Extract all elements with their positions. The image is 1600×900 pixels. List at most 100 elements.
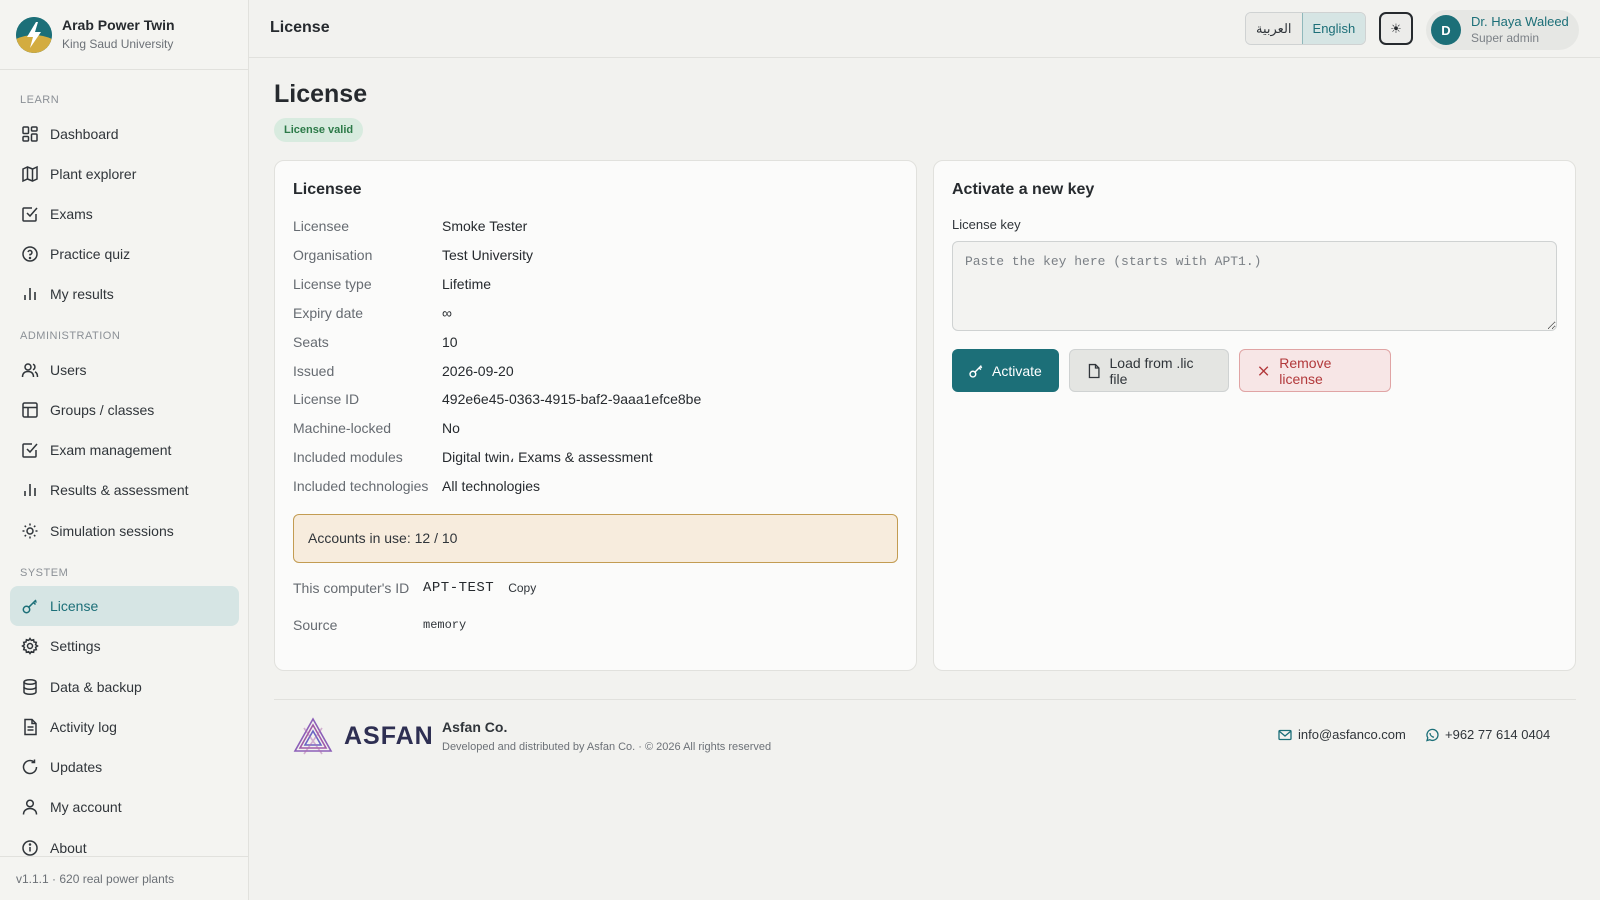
sidebar-item-users[interactable]: Users [10,350,239,390]
info-value: 492e6e45-0363-4915-baf2-9aaa1efce8be [442,391,702,407]
info-row-licensee: Licensee Smoke Tester [293,216,527,236]
sun-icon: ☀ [1390,20,1402,36]
database-icon [20,677,40,697]
sidebar-item-exams[interactable]: Exams [10,194,239,234]
activate-button[interactable]: Activate [952,349,1059,392]
remove-license-button[interactable]: Remove license [1239,349,1391,392]
user-name: Dr. Haya Waleed [1471,14,1569,29]
info-label: Included modules [293,449,403,465]
contact-phone[interactable]: +962 77 614 0404 [1425,727,1550,742]
sidebar-item-my-account[interactable]: My account [10,787,239,827]
info-label: Machine-locked [293,420,392,436]
sidebar-item-results-assessment[interactable]: Results & assessment [10,470,239,510]
asfan-logo-icon [293,717,333,755]
info-value: Lifetime [442,276,492,292]
load-file-label: Load from .lic file [1109,354,1194,387]
top-bar: License العربية English ☀ D Dr. Haya Wal… [249,0,1600,58]
brand-header: Arab Power Twin King Saud University [0,0,248,70]
key-icon [969,364,983,378]
info-row-license-id: License ID 492e6e45-0363-4915-baf2-9aaa1… [293,389,701,409]
info-row-machine-locked: Machine-locked No [293,418,460,438]
sidebar-item-label: Data & backup [50,679,142,695]
sidebar-item-label: Users [50,362,87,378]
version-info: v1.1.1 · 620 real power plants [0,856,249,900]
card-title: Licensee [293,181,362,198]
key-icon [20,596,40,616]
sidebar-item-label: About [50,840,87,856]
licensee-card: Licensee Licensee Smoke Tester Organisat… [274,160,917,671]
sidebar-item-label: Dashboard [50,126,119,142]
info-row-seats: Seats 10 [293,332,458,352]
sidebar-item-license[interactable]: License [10,586,239,626]
lang-english-button[interactable]: English [1301,13,1366,44]
sidebar-item-groups[interactable]: Groups / classes [10,390,239,430]
asfan-wordmark: ASFAN [344,721,434,750]
license-key-input[interactable] [952,241,1557,331]
sidebar-item-practice-quiz[interactable]: Practice quiz [10,234,239,274]
sidebar-item-updates[interactable]: Updates [10,747,239,787]
file-icon [1088,363,1100,378]
bar-chart-icon [20,480,40,500]
app-title: Arab Power Twin [62,17,175,33]
info-row-organisation: Organisation Test University [293,245,533,265]
sidebar-item-label: Groups / classes [50,402,155,418]
section-learn: LEARN [20,94,60,106]
sidebar-item-settings[interactable]: Settings [10,626,239,666]
status-badge: License valid [274,118,364,142]
sidebar-item-label: My account [50,799,122,815]
help-circle-icon [20,244,40,264]
contact-email[interactable]: info@asfanco.com [1278,727,1406,742]
app-subtitle: King Saud University [62,37,174,51]
footer: ASFAN Asfan Co. Developed and distribute… [274,699,1576,769]
sidebar-item-dashboard[interactable]: Dashboard [10,114,239,154]
lang-arabic-button[interactable]: العربية [1246,13,1302,44]
close-icon [1258,365,1269,376]
card-title: Activate a new key [952,181,1095,198]
activate-card: Activate a new key License key Activate … [933,160,1576,671]
sidebar-item-exam-management[interactable]: Exam management [10,430,239,470]
avatar: D [1431,15,1461,45]
sidebar-item-simulation-sessions[interactable]: Simulation sessions [10,511,239,551]
machine-id-label: This computer's ID [293,580,410,596]
info-label: Included technologies [293,478,429,494]
source-row: Source memory [293,617,466,633]
header-title: License [270,19,330,36]
copy-button[interactable]: Copy [508,581,536,595]
license-key-label: License key [952,217,1021,232]
info-value: Smoke Tester [442,218,528,234]
info-value: ∞ [442,305,452,321]
user-role: Super admin [1471,31,1540,45]
check-square-icon [20,440,40,460]
refresh-icon [20,757,40,777]
activate-label: Activate [992,362,1042,379]
info-label: Issued [293,363,335,379]
sidebar-item-label: Activity log [50,719,117,735]
source-label: Source [293,617,338,633]
sidebar-item-label: License [50,598,99,614]
sidebar-item-data-backup[interactable]: Data & backup [10,667,239,707]
theme-toggle-button[interactable]: ☀ [1379,12,1413,45]
user-menu[interactable]: D Dr. Haya Waleed Super admin [1426,10,1579,50]
dashboard-icon [20,124,40,144]
sidebar-item-label: Simulation sessions [50,523,174,539]
remove-license-label: Remove license [1279,354,1332,387]
info-row-included-modules: Included modules Digital twin، Exams & a… [293,447,653,467]
sidebar-item-label: Updates [50,759,103,775]
sidebar-item-my-results[interactable]: My results [10,274,239,314]
sidebar-item-activity-log[interactable]: Activity log [10,707,239,747]
info-value: All technologies [442,478,541,494]
mail-icon [1278,729,1292,740]
sidebar-item-label: Settings [50,638,101,654]
info-value: Digital twin، Exams & assessment [442,449,653,465]
load-file-button[interactable]: Load from .lic file [1069,349,1229,392]
sidebar-item-label: Exams [50,206,93,222]
sidebar-item-label: Exam management [50,442,172,458]
sidebar-item-label: Results & assessment [50,482,189,498]
accounts-warning: Accounts in use: 12 / 10 [293,514,898,563]
users-icon [20,360,40,380]
info-row-expiry-date: Expiry date ∞ [293,303,452,323]
sidebar-item-plant-explorer[interactable]: Plant explorer [10,154,239,194]
source-value: memory [423,618,467,632]
sidebar: Arab Power Twin King Saud University LEA… [0,0,249,900]
info-label: License ID [293,391,360,407]
